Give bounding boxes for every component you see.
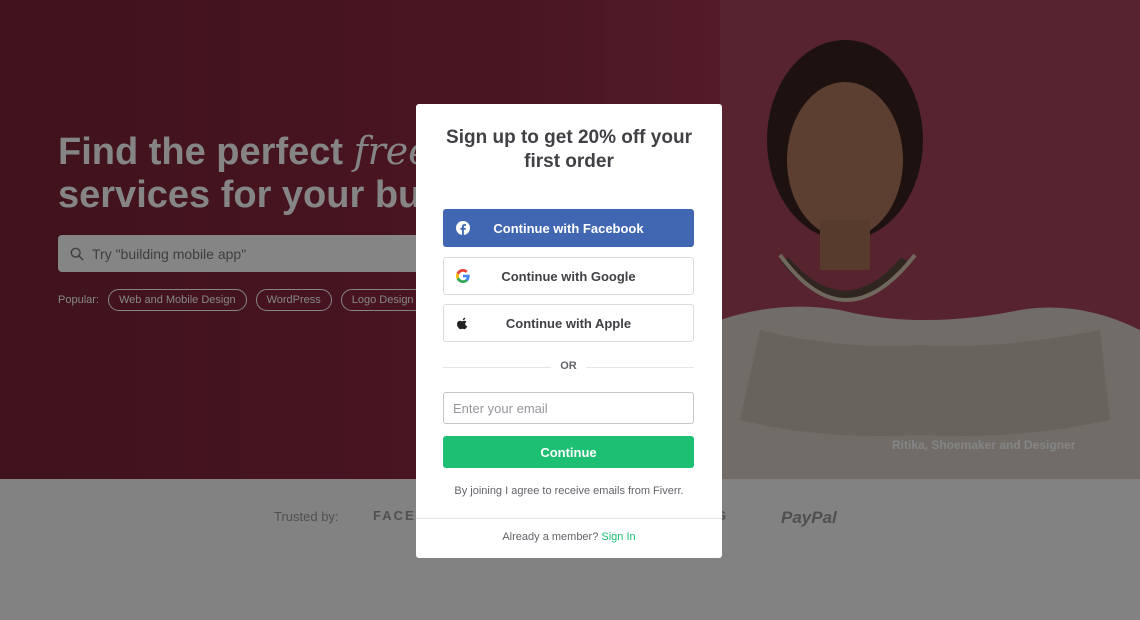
signup-modal: Sign up to get 20% off your first order … — [416, 104, 722, 558]
facebook-button-label: Continue with Facebook — [493, 220, 644, 236]
modal-title: Sign up to get 20% off your first order — [446, 127, 692, 172]
apple-icon — [457, 317, 468, 330]
email-field[interactable] — [443, 392, 694, 424]
already-member-text: Already a member? — [502, 531, 599, 543]
google-icon — [456, 269, 470, 283]
continue-with-google-button[interactable]: Continue with Google — [443, 257, 694, 295]
google-button-label: Continue with Google — [501, 268, 636, 284]
modal-divider — [416, 518, 722, 519]
continue-button[interactable]: Continue — [443, 436, 694, 468]
continue-with-facebook-button[interactable]: Continue with Facebook — [443, 209, 694, 247]
continue-with-apple-button[interactable]: Continue with Apple — [443, 304, 694, 342]
or-label: OR — [560, 360, 577, 372]
apple-button-label: Continue with Apple — [505, 315, 632, 331]
divider-line — [586, 367, 694, 368]
or-divider: OR — [443, 360, 694, 374]
already-member-row: Already a member? Sign In — [416, 531, 722, 543]
facebook-icon — [456, 221, 470, 235]
sign-in-link[interactable]: Sign In — [601, 531, 635, 543]
terms-text: By joining I agree to receive emails fro… — [454, 485, 684, 497]
